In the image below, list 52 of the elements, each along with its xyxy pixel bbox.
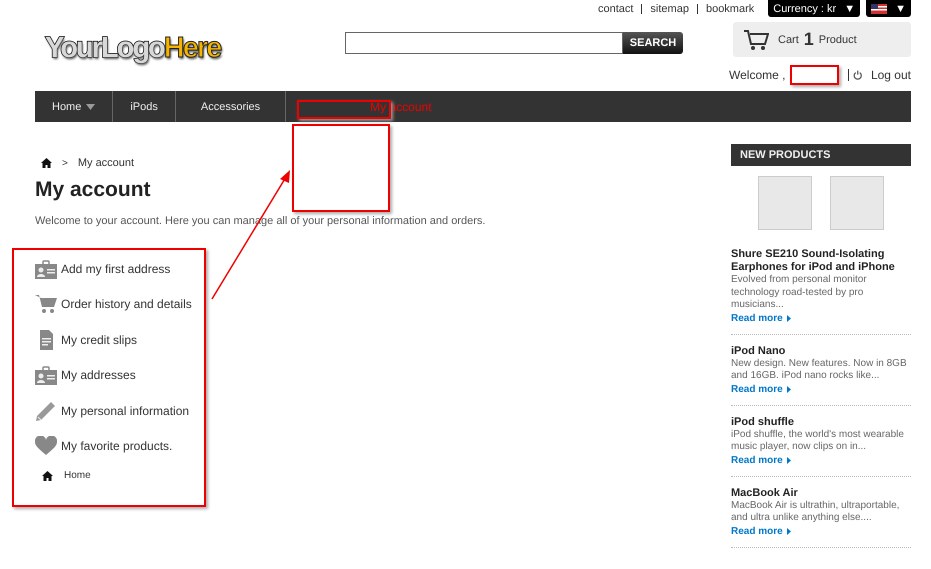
- header-link[interactable]: sitemap: [642, 2, 697, 14]
- welcome-text: Welcome ,: [729, 68, 786, 82]
- home-link[interactable]: Home: [64, 470, 91, 481]
- read-more-link[interactable]: Read more: [731, 312, 791, 324]
- product-description: iPod shuffle, the world's most wearable music player, now clips on in...: [731, 428, 905, 454]
- product-description: MacBook Air is ultrathin, ultraportable, and ultra unlike anything else....: [731, 500, 900, 524]
- read-more-link[interactable]: Read more: [731, 454, 791, 466]
- cart-summary[interactable]: Cart 1 Product: [733, 22, 911, 57]
- nav-item[interactable]: iPods: [113, 91, 176, 122]
- product-title[interactable]: iPod Nano: [731, 344, 911, 358]
- arrow-icon: [786, 386, 791, 392]
- pencil-icon: [35, 400, 57, 421]
- product-description: Evolved from personal monitor technology road-tested by pro musicians...: [731, 274, 868, 312]
- header-link[interactable]: bookmark: [698, 2, 762, 14]
- account-link[interactable]: My credit slips: [61, 332, 138, 347]
- breadcrumb-separator: >: [62, 158, 68, 168]
- cart-icon: [35, 294, 57, 314]
- read-more-link[interactable]: Read more: [731, 384, 791, 394]
- heart-icon: [35, 436, 57, 456]
- power-icon: [853, 69, 863, 81]
- page-title: My account: [35, 178, 152, 202]
- nav-item[interactable]: Home: [35, 91, 114, 122]
- arrow-icon: [786, 456, 791, 464]
- currency-dropdown[interactable]: Currency : kr ▼: [768, 0, 860, 17]
- search-field[interactable]: [345, 32, 623, 54]
- id-card-icon: [35, 258, 57, 279]
- section-header: NEW PRODUCTS: [731, 144, 911, 166]
- language-dropdown[interactable]: ▼: [866, 0, 911, 17]
- product-title[interactable]: Shure SE210 Sound-Isolating Earphones for iPod and iPhone: [731, 248, 911, 274]
- arrow-icon: [786, 314, 791, 322]
- product-description: New design. New features. Now in 8GB and 16GB. iPod nano rocks like...: [731, 358, 908, 382]
- header-link[interactable]: contact: [590, 2, 642, 14]
- read-more-link[interactable]: Read more: [731, 526, 791, 536]
- flag-icon: [871, 4, 888, 14]
- cart-icon: [743, 28, 769, 50]
- home-icon: [42, 470, 53, 480]
- account-link[interactable]: My favorite products.: [61, 439, 172, 454]
- breadcrumb-current: My account: [78, 157, 134, 169]
- annotation-box: [790, 65, 839, 85]
- account-link[interactable]: Order history and details: [61, 297, 192, 312]
- account-link[interactable]: My personal information: [61, 404, 190, 418]
- account-link[interactable]: Add my first address: [61, 262, 170, 276]
- account-link[interactable]: My addresses: [61, 368, 136, 382]
- nav-item[interactable]: Accessories: [176, 91, 286, 122]
- arrow-icon: [786, 528, 791, 534]
- logout-link[interactable]: Log out: [870, 68, 911, 82]
- product-title[interactable]: MacBook Air: [731, 486, 911, 500]
- home-icon[interactable]: [41, 158, 52, 168]
- id-card-icon: [35, 365, 57, 386]
- caret-icon: [86, 104, 96, 110]
- product-title[interactable]: iPod shuffle: [731, 416, 911, 428]
- search-button[interactable]: SEARCH: [623, 32, 683, 54]
